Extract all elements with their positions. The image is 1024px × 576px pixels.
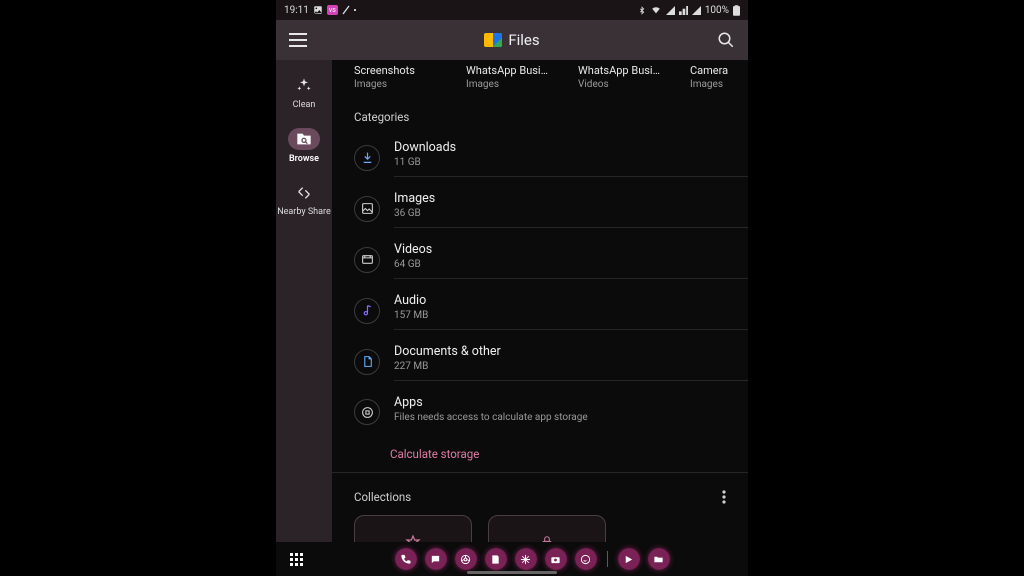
- collection-favorites[interactable]: [354, 515, 472, 542]
- calculate-storage-link[interactable]: Calculate storage: [390, 447, 479, 461]
- status-time: 19:11: [284, 5, 309, 16]
- signal-icon: [692, 6, 701, 15]
- collections-header: Collections: [354, 490, 411, 504]
- category-downloads[interactable]: Downloads11 GB: [332, 132, 748, 183]
- play-icon: [623, 554, 634, 565]
- menu-button[interactable]: [286, 28, 310, 52]
- device-frame: 19:11 vs 100% Files: [276, 0, 748, 576]
- more-vert-icon: [722, 490, 726, 504]
- note-icon: [490, 554, 501, 565]
- rail-label: Nearby Share: [277, 208, 331, 218]
- rail-item-nearby-share[interactable]: Nearby Share: [277, 182, 331, 218]
- rail-label: Browse: [289, 154, 319, 164]
- document-icon: [361, 355, 374, 368]
- image-icon: [361, 202, 374, 215]
- dock-app-phone[interactable]: [395, 548, 417, 570]
- recent-row[interactable]: Screenshots Images WhatsApp Busines… Ima…: [332, 60, 748, 100]
- apps-icon: [361, 406, 374, 419]
- gesture-pill[interactable]: [467, 571, 557, 574]
- folder-icon: [653, 554, 664, 565]
- app-drawer-button[interactable]: [276, 553, 316, 566]
- main-content: Screenshots Images WhatsApp Busines… Ima…: [332, 60, 748, 542]
- rail-label: Clean: [293, 100, 316, 110]
- star-icon: [405, 534, 421, 542]
- whatsapp-icon: [580, 554, 591, 565]
- nav-rail: Clean Browse Nearby Share: [276, 60, 332, 542]
- battery-icon: [733, 5, 740, 16]
- video-icon: [361, 253, 374, 266]
- dock-app-play[interactable]: [618, 548, 640, 570]
- dock-app-chrome[interactable]: [455, 548, 477, 570]
- status-bar: 19:11 vs 100%: [276, 0, 748, 20]
- rail-item-clean[interactable]: Clean: [288, 74, 320, 110]
- dock-app-messages[interactable]: [425, 548, 447, 570]
- lock-icon: [540, 534, 554, 542]
- category-apps[interactable]: AppsFiles needs access to calculate app …: [332, 387, 748, 437]
- download-icon: [361, 151, 374, 164]
- recent-item[interactable]: WhatsApp Busines… Images: [466, 64, 550, 90]
- collections-more-button[interactable]: [714, 487, 734, 507]
- audio-icon: [361, 304, 374, 317]
- bluetooth-icon: [638, 5, 646, 16]
- search-button[interactable]: [714, 28, 738, 52]
- folder-search-icon: [296, 131, 312, 147]
- wifi-icon: [650, 5, 662, 15]
- vs-badge-icon: vs: [327, 5, 338, 15]
- app-title: Files: [508, 31, 539, 49]
- category-audio[interactable]: Audio157 MB: [332, 285, 748, 336]
- category-documents[interactable]: Documents & other227 MB: [332, 336, 748, 387]
- snowflake-icon: [520, 554, 531, 565]
- recent-item[interactable]: Screenshots Images: [354, 64, 438, 90]
- signal-icon: [679, 6, 688, 15]
- dock-app-notes[interactable]: [485, 548, 507, 570]
- hamburger-icon: [289, 33, 307, 47]
- grid-icon: [290, 553, 303, 566]
- dock-app-whatsapp[interactable]: [575, 548, 597, 570]
- dot-icon: [354, 9, 356, 11]
- recent-item[interactable]: Camera Images: [690, 64, 748, 90]
- dock-separator: [607, 551, 608, 567]
- navigation-dock: [276, 542, 748, 576]
- chat-icon: [430, 554, 441, 565]
- dock-app-files[interactable]: [648, 548, 670, 570]
- chrome-icon: [460, 554, 471, 565]
- status-battery: 100%: [705, 5, 729, 16]
- image-icon: [313, 5, 323, 15]
- app-bar: Files: [276, 20, 748, 60]
- signal-icon: [666, 6, 675, 15]
- rail-item-browse[interactable]: Browse: [288, 128, 320, 164]
- phone-icon: [400, 554, 411, 565]
- category-images[interactable]: Images36 GB: [332, 183, 748, 234]
- collection-safe-folder[interactable]: [488, 515, 606, 542]
- category-videos[interactable]: Videos64 GB: [332, 234, 748, 285]
- files-logo-icon: [484, 33, 502, 47]
- camera-icon: [550, 554, 561, 565]
- recent-item[interactable]: WhatsApp Busines… Videos: [578, 64, 662, 90]
- nearby-share-icon: [296, 185, 312, 201]
- dock-app-camera[interactable]: [545, 548, 567, 570]
- search-icon: [717, 31, 735, 49]
- categories-header: Categories: [332, 100, 748, 132]
- dock-app-snow[interactable]: [515, 548, 537, 570]
- sparkle-icon: [296, 77, 312, 93]
- slash-icon: [342, 5, 350, 15]
